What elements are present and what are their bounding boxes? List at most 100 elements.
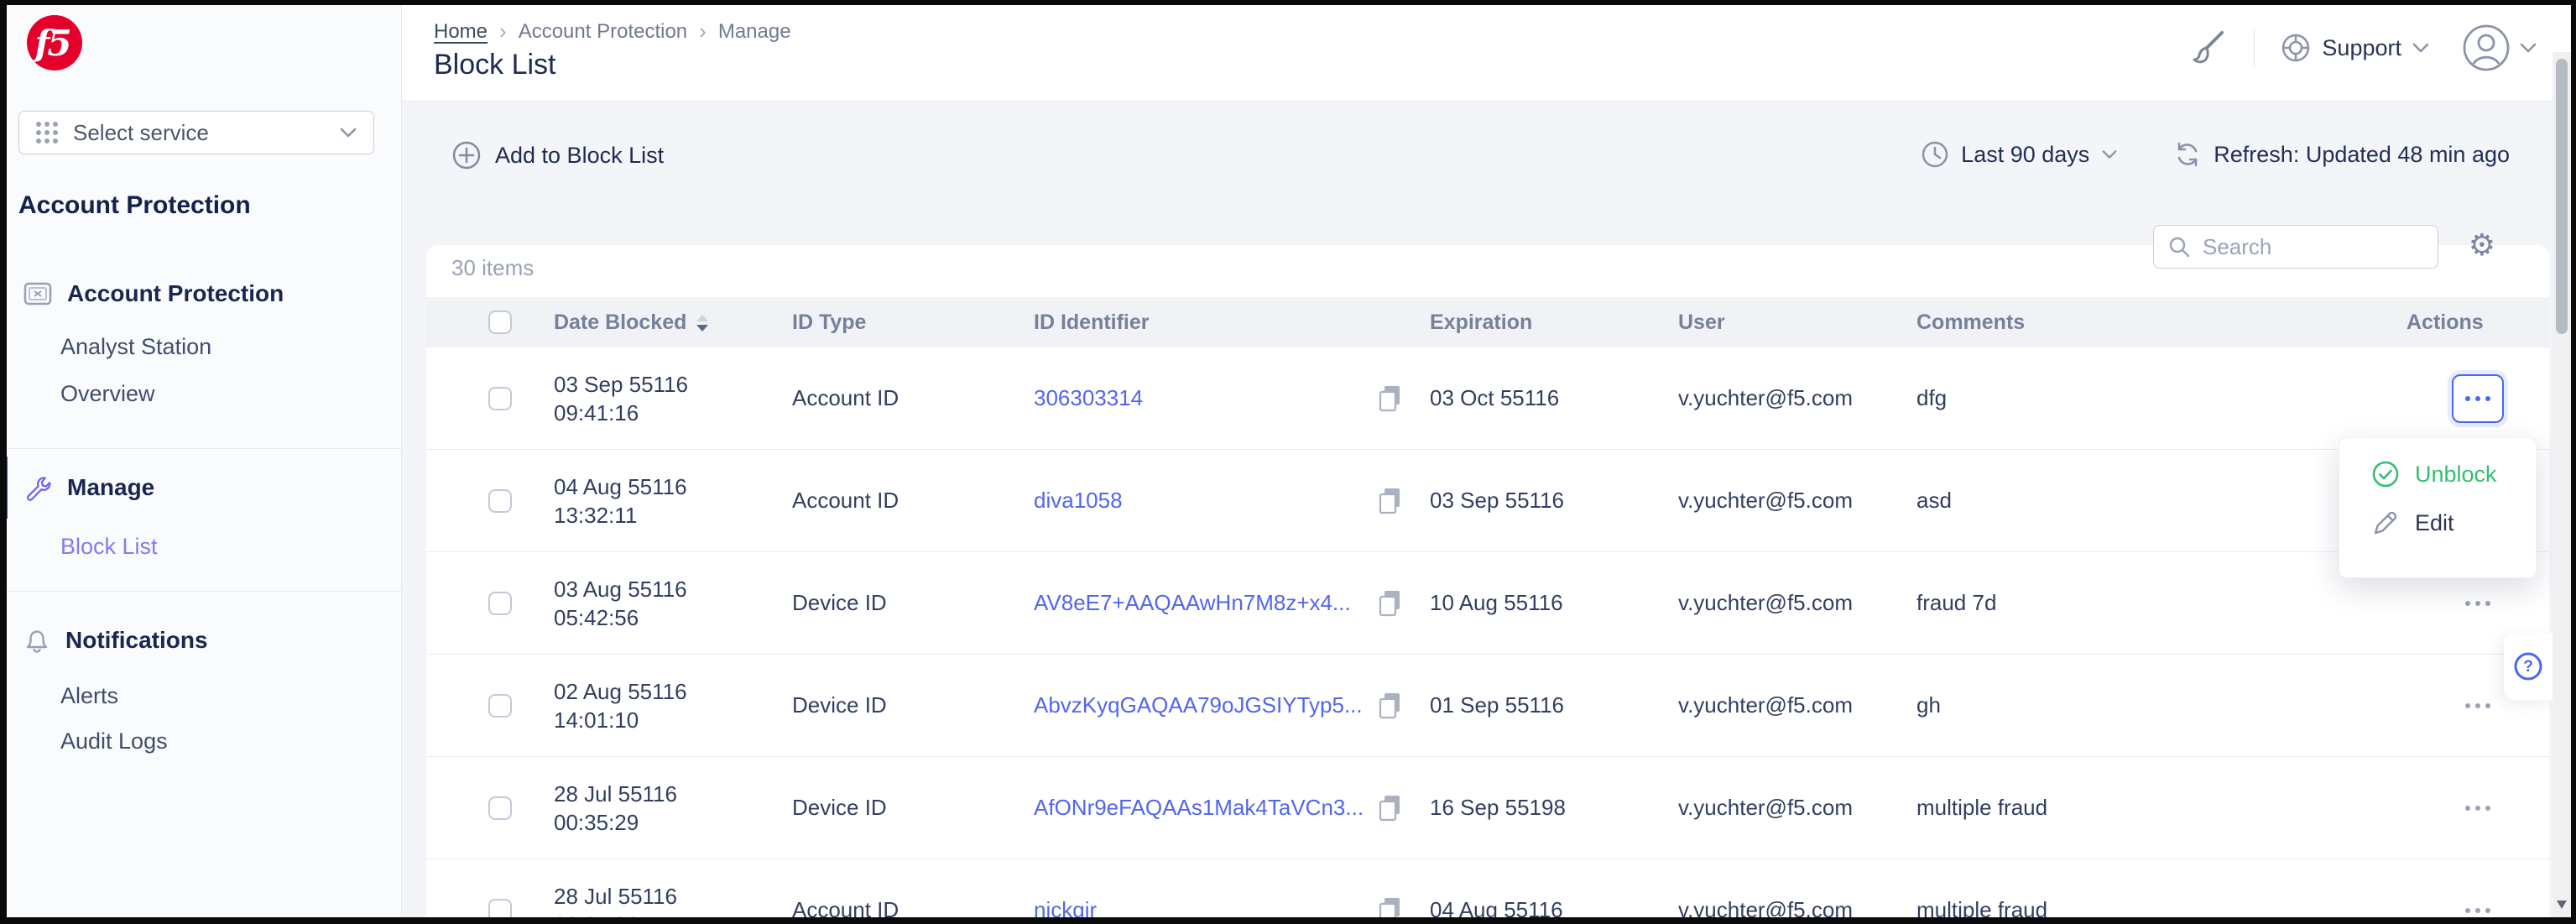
sidebar-section-label: Account Protection xyxy=(67,280,284,307)
toolbar-right: Last 90 days Refresh: Updated 48 min ago xyxy=(1921,140,2510,169)
sidebar-item-audit-logs[interactable]: Audit Logs xyxy=(60,728,168,754)
chevron-down-icon xyxy=(2101,149,2118,160)
column-header-comments[interactable]: Comments xyxy=(1916,311,2407,335)
table-row[interactable]: 02 Aug 55116 14:01:10 Device ID AbvzKyqG… xyxy=(426,655,2549,757)
copy-icon[interactable] xyxy=(1378,896,1403,924)
cell-id-identifier: diva1058 xyxy=(1034,487,1430,515)
row-checkbox[interactable] xyxy=(488,796,512,820)
chevron-down-icon xyxy=(2519,42,2537,54)
f5-logo[interactable]: f5 xyxy=(27,15,82,70)
identifier-link[interactable]: diva1058 xyxy=(1034,488,1123,514)
vertical-scrollbar[interactable] xyxy=(2553,52,2571,917)
topbar-actions: Support xyxy=(2185,23,2537,72)
gear-icon[interactable]: ⚙ xyxy=(2469,230,2495,260)
help-button[interactable]: ? xyxy=(2504,633,2553,700)
row-checkbox[interactable] xyxy=(488,489,512,513)
scrollbar-thumb[interactable] xyxy=(2556,59,2568,334)
sort-icon xyxy=(696,315,708,331)
bell-icon xyxy=(23,626,50,655)
identifier-link[interactable]: 306303314 xyxy=(1034,385,1143,411)
breadcrumb-account-protection: Account Protection xyxy=(519,20,687,44)
cell-user: v.yuchter@f5.com xyxy=(1678,385,1916,411)
add-to-block-list-label: Add to Block List xyxy=(495,143,664,169)
table-row[interactable]: 03 Aug 55116 05:42:56 Device ID AV8eE7+A… xyxy=(426,552,2549,655)
copy-icon[interactable] xyxy=(1378,692,1403,720)
scrollbar-down-arrow[interactable] xyxy=(2557,901,2567,909)
sidebar-section-label: Manage xyxy=(67,474,154,501)
f5-logo-text: f5 xyxy=(34,23,69,64)
active-section-indicator xyxy=(0,457,8,519)
cell-expiration: 03 Oct 55116 xyxy=(1430,385,1678,411)
row-checkbox[interactable] xyxy=(488,387,512,410)
cell-user: v.yuchter@f5.com xyxy=(1678,692,1916,718)
sidebar-section-manage[interactable]: Manage xyxy=(23,473,154,502)
wrench-icon xyxy=(23,473,52,502)
row-actions-dropdown: Unblock Edit xyxy=(2339,437,2537,578)
add-to-block-list-button[interactable]: Add to Block List xyxy=(451,140,664,170)
column-header-user[interactable]: User xyxy=(1678,311,1916,335)
column-header-id-type[interactable]: ID Type xyxy=(792,311,1034,335)
identifier-link[interactable]: AbvzKyqGAQAA79oJGSIYTyp5... xyxy=(1034,692,1363,718)
row-actions-button[interactable] xyxy=(2457,695,2499,717)
sidebar-item-alerts[interactable]: Alerts xyxy=(60,683,118,709)
row-actions-button-active[interactable] xyxy=(2452,374,2504,423)
breadcrumb-separator: › xyxy=(699,18,707,44)
breadcrumb-home-link[interactable]: Home xyxy=(434,20,488,44)
user-menu[interactable] xyxy=(2462,23,2537,72)
cell-id-type: Account ID xyxy=(792,385,1034,411)
cell-comments: multiple fraud xyxy=(1916,897,2407,923)
app-window: f5 Select service Account Protection xyxy=(0,0,2576,924)
copy-icon[interactable] xyxy=(1378,384,1403,413)
column-header-expiration[interactable]: Expiration xyxy=(1430,311,1678,335)
cell-date-blocked: 28 Jul 55116 00:05:09 xyxy=(554,882,792,924)
table-row[interactable]: 03 Sep 55116 09:41:16 Account ID 3063033… xyxy=(426,347,2549,450)
table-row[interactable]: 28 Jul 55116 00:05:09 Account ID nickgjr… xyxy=(426,859,2549,924)
cell-date-blocked: 04 Aug 55116 13:32:11 xyxy=(554,472,792,530)
cell-id-identifier: 306303314 xyxy=(1034,384,1430,413)
sidebar-item-block-list[interactable]: Block List xyxy=(60,534,158,560)
copy-icon[interactable] xyxy=(1378,487,1403,515)
row-checkbox[interactable] xyxy=(488,694,512,718)
sidebar-divider xyxy=(7,591,402,592)
identifier-link[interactable]: AfONr9eFAQAAs1Mak4TaVCn3... xyxy=(1034,795,1364,821)
service-selector[interactable]: Select service xyxy=(18,111,374,154)
identifier-link[interactable]: AV8eE7+AAQAAwHn7M8z+x4... xyxy=(1034,590,1351,616)
sidebar-section-account-protection[interactable]: Account Protection xyxy=(23,280,284,307)
cell-comments: gh xyxy=(1916,692,2407,718)
time-range-selector[interactable]: Last 90 days xyxy=(1921,140,2118,169)
row-checkbox[interactable] xyxy=(488,899,512,922)
cell-id-type: Device ID xyxy=(792,795,1034,821)
table-row[interactable]: 04 Aug 55116 13:32:11 Account ID diva105… xyxy=(426,450,2549,552)
column-header-date-blocked[interactable]: Date Blocked xyxy=(554,311,792,335)
sidebar-item-analyst-station[interactable]: Analyst Station xyxy=(60,334,211,360)
unblock-menu-item[interactable]: Unblock xyxy=(2371,460,2536,488)
sidebar-item-overview[interactable]: Overview xyxy=(60,381,155,407)
row-actions-button[interactable] xyxy=(2457,593,2499,614)
row-actions-button[interactable] xyxy=(2457,797,2499,819)
cell-id-identifier: AbvzKyqGAQAA79oJGSIYTyp5... xyxy=(1034,692,1430,720)
cell-comments: asd xyxy=(1916,488,2407,514)
cell-expiration: 10 Aug 55116 xyxy=(1430,590,1678,616)
page-title: Block List xyxy=(434,49,556,81)
search-icon xyxy=(2167,235,2191,258)
identifier-link[interactable]: nickgjr xyxy=(1034,897,1097,923)
chevron-down-icon xyxy=(2412,42,2430,54)
support-menu[interactable]: Support xyxy=(2280,32,2430,64)
refresh-button[interactable]: Refresh: Updated 48 min ago xyxy=(2173,140,2510,169)
column-header-id-identifier[interactable]: ID Identifier xyxy=(1034,311,1430,335)
brush-icon[interactable] xyxy=(2185,26,2229,70)
row-checkbox[interactable] xyxy=(488,592,512,615)
copy-icon[interactable] xyxy=(1378,589,1403,618)
cell-id-identifier: AV8eE7+AAQAAwHn7M8z+x4... xyxy=(1034,589,1430,618)
edit-menu-item[interactable]: Edit xyxy=(2371,509,2536,537)
search-input[interactable] xyxy=(2203,234,2424,260)
cell-id-type: Account ID xyxy=(792,488,1034,514)
sidebar-section-notifications[interactable]: Notifications xyxy=(23,626,208,655)
row-actions-button[interactable] xyxy=(2457,900,2499,921)
lifering-icon xyxy=(2280,32,2312,64)
items-count: 30 items xyxy=(451,255,534,281)
copy-icon[interactable] xyxy=(1378,794,1403,822)
table-row[interactable]: 28 Jul 55116 00:35:29 Device ID AfONr9eF… xyxy=(426,757,2549,859)
select-all-checkbox[interactable] xyxy=(488,311,512,334)
cell-id-type: Device ID xyxy=(792,692,1034,718)
